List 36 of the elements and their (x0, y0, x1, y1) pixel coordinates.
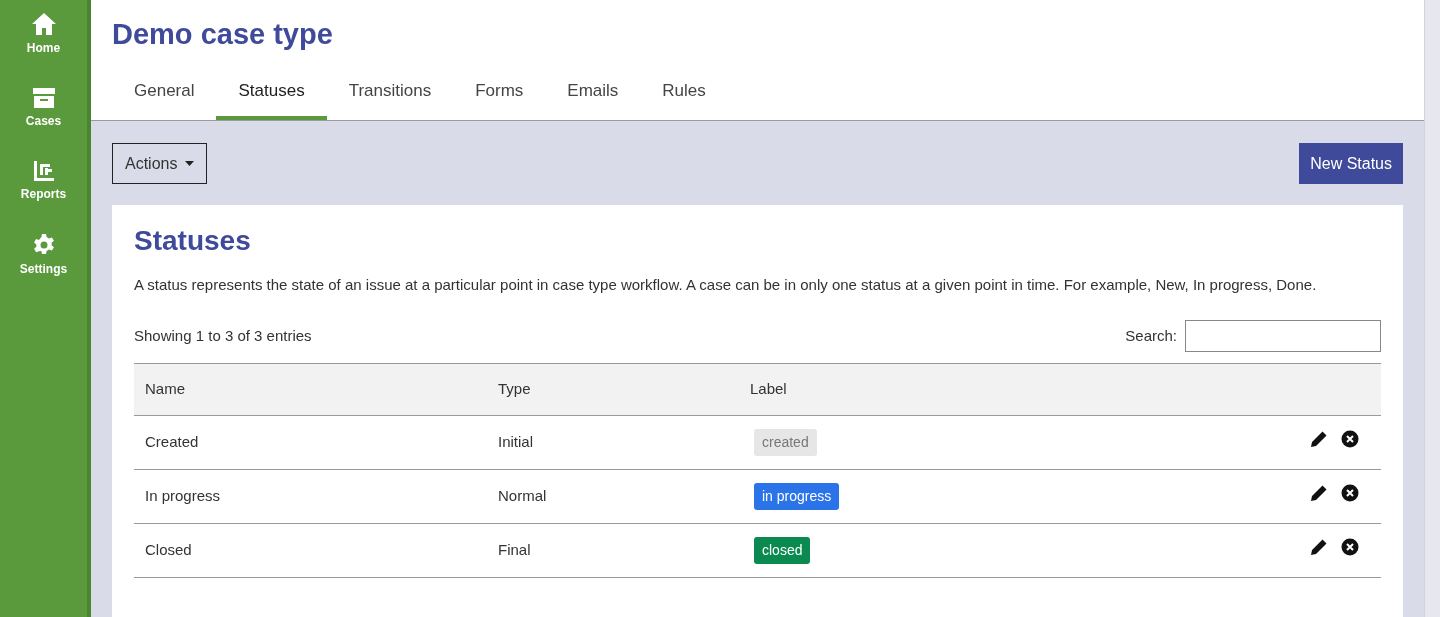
table-cell: Closed (145, 541, 192, 559)
status-label: created (754, 429, 817, 456)
entries-info: Showing 1 to 3 of 3 entries (134, 325, 312, 346)
panel-title: Statuses (134, 224, 252, 258)
description: A status represents the state of an issue at a particular point in case type workflow. A case can be in only one status at a given point in time. For example, New, In progress, Done. (134, 275, 1318, 295)
edit-pencil-icon[interactable] (1310, 430, 1328, 449)
table-cell: Final (498, 541, 531, 559)
tab[interactable]: Transitions (326, 73, 454, 120)
edit-pencil-icon[interactable] (1310, 538, 1328, 557)
tab[interactable]: General (112, 73, 217, 120)
delete-icon[interactable] (1341, 430, 1359, 449)
table-cell: Created (145, 433, 199, 451)
table-cell: In progress (145, 487, 221, 505)
delete-icon[interactable] (1341, 484, 1359, 503)
settings-icon (31, 233, 56, 257)
column-header: Type (498, 380, 531, 398)
page-title: Demo case type (112, 20, 333, 49)
table-cell: Normal (498, 487, 547, 505)
column-header: Label (750, 380, 787, 398)
archive-box-icon (31, 87, 56, 109)
status-label: in progress (754, 483, 840, 510)
actions-dropdown[interactable]: Actions (112, 143, 208, 184)
home-icon (30, 12, 57, 36)
table-cell: Initial (498, 433, 534, 451)
caret-icon (185, 161, 195, 166)
search-label: Search: (1125, 325, 1177, 346)
bar-chart-icon (32, 160, 55, 182)
tab[interactable]: Rules (640, 73, 728, 120)
tab[interactable]: Emails (545, 73, 641, 120)
search-field[interactable] (1185, 320, 1381, 352)
status-label: closed (754, 537, 811, 564)
delete-icon[interactable] (1341, 538, 1359, 557)
new-status-button[interactable]: New Status (1299, 143, 1403, 184)
tab[interactable]: Forms (453, 73, 546, 120)
column-header: Name (145, 380, 185, 398)
edit-pencil-icon[interactable] (1310, 484, 1328, 503)
